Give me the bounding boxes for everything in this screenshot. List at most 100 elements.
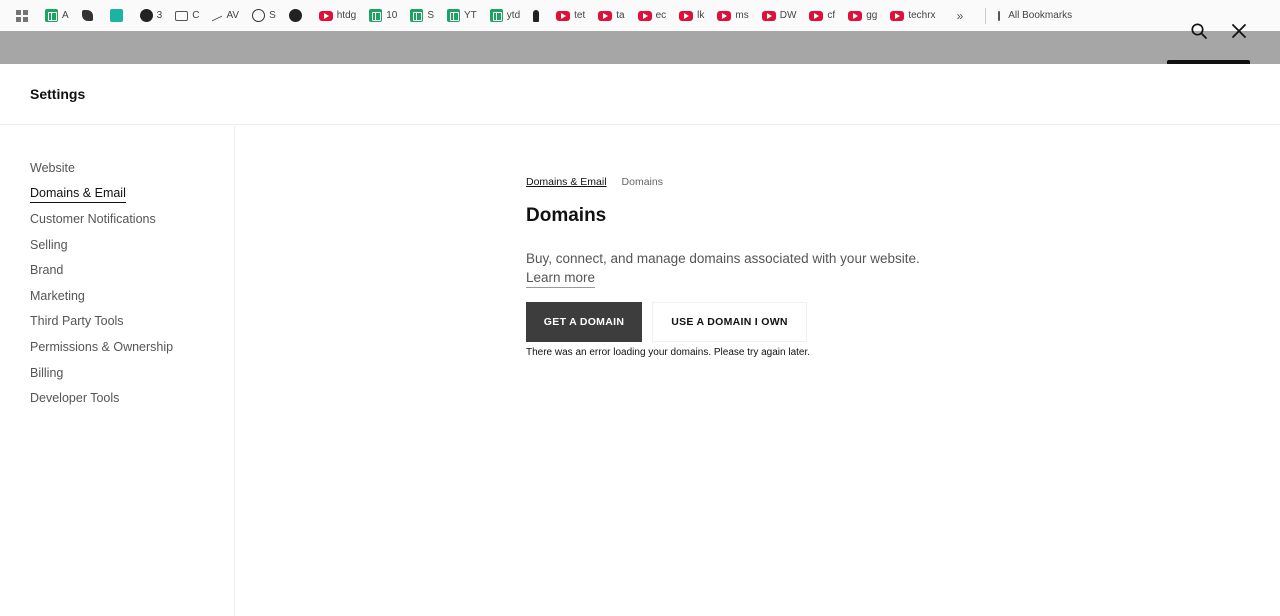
bookmark-av[interactable]: AV [212,5,239,27]
sidebar-item-website[interactable]: Website [30,161,75,175]
bookmark-pin[interactable] [533,5,543,27]
globe-icon [252,9,266,22]
teal-app-icon [109,9,123,22]
bookmark-10[interactable]: 10 [369,5,397,27]
sheets-icon [447,9,461,22]
use-own-domain-button[interactable]: USE A DOMAIN I OWN [652,302,807,342]
trend-icon [212,9,223,22]
bookmark-s-sheet[interactable]: S [410,5,434,27]
breadcrumb-parent-link[interactable]: Domains & Email [526,176,607,188]
overlay-band [0,31,1280,64]
search-icon [1191,23,1207,39]
bookmark-label: cf [827,10,836,21]
youtube-icon [637,10,652,21]
bookmark-label: techrx [908,10,936,21]
get-domain-button[interactable]: GET A DOMAIN [526,302,642,342]
bookmark-gg[interactable]: gg [848,5,877,27]
bookmark-label: DW [779,10,797,21]
bookmark-ms[interactable]: ms [717,5,749,27]
bookmark-label: C [192,10,200,21]
bookmark-label: htdg [336,10,357,21]
settings-title: Settings [30,86,86,102]
bookmark-ta[interactable]: ta [598,5,625,27]
bookmarks-divider [985,7,987,24]
bookmark-ec[interactable]: ec [637,5,667,27]
bookmark-github[interactable] [288,5,306,27]
close-icon [1232,24,1246,38]
folder-icon [998,10,1001,21]
all-bookmarks-label: All Bookmarks [1008,10,1073,21]
sidebar-item-permissions-ownership[interactable]: Permissions & Ownership [30,340,173,354]
sidebar-item-billing[interactable]: Billing [30,366,63,380]
bookmark-label: YT [464,10,477,21]
page-title: Domains [526,205,607,226]
breadcrumb: Domains & Email Domains [526,176,663,188]
sidebar-item-marketing[interactable]: Marketing [30,289,85,303]
bookmark-cf[interactable]: cf [809,5,835,27]
settings-header: Settings [0,64,1280,125]
sidebar-item-brand[interactable]: Brand [30,263,63,277]
youtube-icon [717,10,732,21]
bookmark-teal[interactable] [109,5,127,27]
bookmark-3[interactable]: 3 [139,5,163,27]
learn-more-link[interactable]: Learn more [526,269,596,288]
breadcrumb-current: Domains [621,176,663,188]
bookmark-ytd[interactable]: ytd [489,5,521,27]
bookmark-c[interactable]: C [175,5,199,27]
bookmark-label: gg [866,10,878,21]
bookmark-label: A [62,10,69,21]
pin-icon [533,9,540,22]
bookmark-tet[interactable]: tet [556,5,585,27]
sheets-icon [369,9,383,22]
bookmark-dw[interactable]: DW [761,5,797,27]
page-description: Buy, connect, and manage domains associa… [526,251,920,266]
bookmark-label: ec [655,10,667,21]
youtube-icon [761,10,776,21]
bookmark-label: 3 [156,10,163,21]
all-bookmarks-button[interactable]: All Bookmarks [998,10,1072,21]
bookmark-label: 10 [386,10,398,21]
bookmark-apps[interactable] [16,5,32,27]
bookmark-puzzle[interactable] [81,5,97,27]
close-button[interactable] [1230,22,1248,40]
youtube-icon [890,10,905,21]
sheets-icon [410,9,424,22]
folder-icon [175,10,189,21]
bookmark-lk[interactable]: lk [679,5,704,27]
more-bookmarks-chevron-icon[interactable]: » [957,9,964,23]
error-message: There was an error loading your domains.… [526,347,811,358]
bookmark-yt[interactable]: YT [447,5,477,27]
youtube-icon [809,10,824,21]
bookmark-label: S [269,10,276,21]
settings-sidebar: Website Domains & Email Customer Notific… [0,126,235,616]
bookmark-label: ms [735,10,749,21]
bookmark-label: ta [616,10,625,21]
sidebar-item-developer-tools[interactable]: Developer Tools [30,391,119,405]
threads-icon [139,9,153,22]
bookmark-s-globe[interactable]: S [252,5,276,27]
bookmark-a[interactable]: A [45,5,69,27]
youtube-icon [556,10,571,21]
bookmark-label: lk [697,10,705,21]
apps-grid-icon [16,9,28,22]
youtube-icon [598,10,613,21]
bookmark-label: S [427,10,435,21]
bookmark-label: ytd [506,10,521,21]
youtube-icon [848,10,863,21]
youtube-icon [679,10,694,21]
youtube-icon [318,10,333,21]
sidebar-item-domains-email[interactable]: Domains & Email [30,186,126,203]
github-icon [288,9,302,22]
bookmark-label: tet [574,10,586,21]
bookmark-techrx[interactable]: techrx [890,5,936,27]
sidebar-item-third-party-tools[interactable]: Third Party Tools [30,314,124,328]
bookmarks-bar: A 3 C AV S htdg 10 S YT ytd tet ta ec lk… [0,0,1280,31]
search-button[interactable] [1190,22,1208,40]
puzzle-icon [81,10,93,21]
sheets-icon [45,9,58,22]
sheets-icon [489,9,503,22]
bookmark-htdg[interactable]: htdg [318,5,357,27]
sidebar-item-selling[interactable]: Selling [30,238,68,252]
bookmark-label: AV [226,10,240,21]
sidebar-item-customer-notifications[interactable]: Customer Notifications [30,212,156,226]
